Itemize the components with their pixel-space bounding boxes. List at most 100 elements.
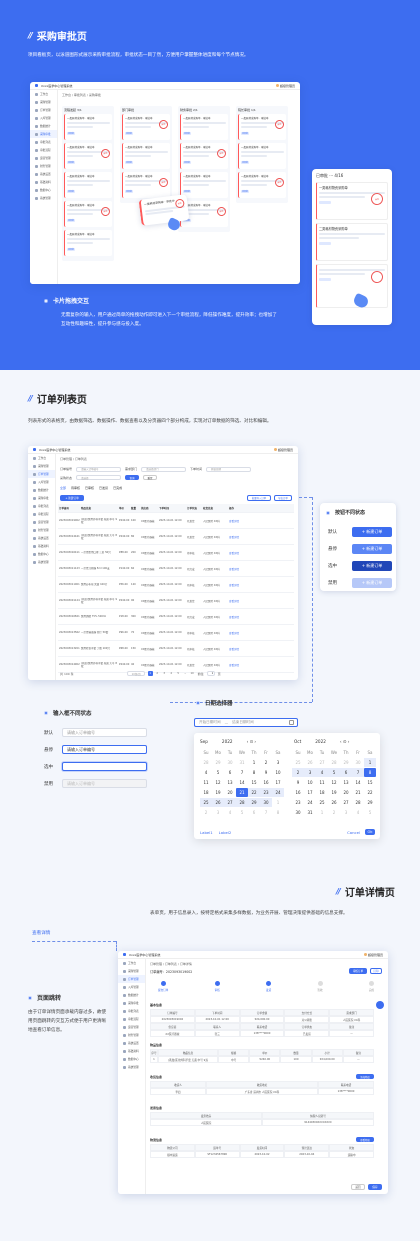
calendar-day[interactable]: 28 (200, 758, 212, 767)
kanban-card[interactable]: 一类耗材采购单 · 审批中 待审批 (122, 143, 170, 169)
table-cell[interactable]: 查看详情 (228, 615, 246, 619)
sidebar-item[interactable]: 审批列表 (118, 1007, 145, 1015)
calendar-day[interactable]: 1 (364, 758, 376, 767)
page-button[interactable]: 3 (162, 671, 167, 676)
calendar-day[interactable]: 28 (352, 798, 364, 807)
calendar-day[interactable]: 12 (328, 778, 340, 787)
cancel-button[interactable]: Cancel (347, 830, 360, 835)
right-nav-arrows[interactable]: ‹ ⊙ › (340, 739, 350, 744)
calendar-day[interactable]: 18 (200, 788, 212, 797)
tab-2[interactable]: 已审核 (85, 486, 94, 490)
calendar-day[interactable]: 3 (304, 768, 316, 777)
kanban-card[interactable]: 一类耗材采购单 · 审批中 待审批 (180, 114, 228, 140)
reset-button[interactable]: 重置 (143, 475, 158, 480)
calendar-day[interactable]: 6 (340, 768, 352, 777)
page-button[interactable]: 1 (147, 671, 153, 676)
sidebar-item[interactable]: 采购管理 (30, 98, 57, 106)
sidebar-item[interactable]: 系统管理 (28, 558, 55, 566)
calendar-day[interactable]: 26 (304, 758, 316, 767)
calendar-day[interactable]: 8 (364, 768, 376, 777)
sidebar-item[interactable]: 订单管理 (118, 975, 145, 983)
calendar-day[interactable]: 29 (340, 758, 352, 767)
sidebar-item[interactable]: 数据统计 (28, 486, 55, 494)
calendar-day[interactable]: 7 (352, 768, 364, 777)
sidebar-item[interactable]: 数据中心 (30, 186, 57, 194)
date-range-input[interactable]: 开始日期 (206, 466, 252, 472)
kanban-card[interactable]: 一类耗材采购单 · 审批中 待审批 审批 (64, 201, 112, 227)
kanban-card[interactable]: 一类耗材采购单 · 审批中 待审批 审批 (122, 172, 170, 198)
user-avatar[interactable]: 超级管理员 (274, 447, 293, 452)
calendar-day[interactable]: 13 (224, 778, 236, 787)
table-cell[interactable]: 查看详情 (228, 583, 246, 587)
order-input-default[interactable]: 请输入订单编号 (62, 728, 147, 737)
calendar-day[interactable]: 10 (272, 768, 284, 777)
table-cell[interactable]: 查看详情 (228, 551, 246, 555)
calendar-day[interactable]: 30 (224, 758, 236, 767)
calendar-day[interactable]: 5 (328, 768, 340, 777)
calendar-day[interactable]: 20 (340, 788, 352, 797)
sidebar-item[interactable]: 订单管理 (28, 470, 55, 478)
left-nav-arrows[interactable]: ‹ ⊙ › (247, 739, 257, 744)
label1-link[interactable]: Label1 (200, 830, 213, 835)
calendar-day[interactable]: 16 (260, 778, 272, 787)
page-button[interactable]: 4 (169, 671, 174, 676)
calendar-day[interactable]: 24 (272, 788, 284, 797)
calendar-day[interactable]: 4 (200, 768, 212, 777)
view-logistics-button[interactable]: 查看物流 (356, 1137, 374, 1142)
calendar-day[interactable]: 19 (328, 788, 340, 797)
sidebar-item[interactable]: 系统设置 (28, 534, 55, 542)
calendar-day[interactable]: 4 (352, 808, 364, 817)
kanban-card[interactable]: 一类耗材采购单 · 审批中 待审批 (64, 230, 112, 256)
tab-1[interactable]: 待审核 (71, 486, 80, 490)
calendar-day[interactable]: 15 (364, 778, 376, 787)
kanban-card[interactable]: 一类耗材采购单 · 审批中 待审批 审批 (180, 143, 228, 169)
sidebar-item[interactable]: 审批流程 (28, 510, 55, 518)
table-row[interactable]: 2023093011001 医用纱布块 灭菌 100片 ¥56.00 120 XX医疗器… (58, 577, 294, 593)
sidebar-item[interactable]: 运营管理 (118, 1023, 145, 1031)
table-cell[interactable]: 查看详情 (228, 535, 246, 539)
kanban-card[interactable]: 一类耗材采购单 · 审批中 待审批 审批 (122, 114, 170, 140)
popup-card[interactable]: 一类耗材物资采购单 审批 (316, 182, 388, 220)
add-goods-button[interactable]: 添加物品 (356, 1074, 374, 1079)
sidebar-item[interactable]: 财务管理 (118, 1031, 145, 1039)
search-button[interactable]: 查询 (125, 475, 140, 480)
calendar-day[interactable]: 15 (248, 778, 260, 787)
save-button[interactable]: 保存 (368, 1184, 382, 1190)
calendar-day[interactable]: 2 (328, 808, 340, 817)
tab-4[interactable]: 已完成 (113, 486, 122, 490)
calendar-day[interactable]: 12 (212, 778, 224, 787)
sidebar-item[interactable]: 基础资料 (118, 1047, 145, 1055)
calendar-day[interactable]: 11 (200, 778, 212, 787)
kanban-card[interactable]: 一类耗材采购单 · 审批中 待审批 (180, 172, 228, 198)
page-button[interactable]: 5 (176, 671, 181, 676)
sidebar-item[interactable]: 系统管理 (118, 1063, 145, 1071)
export-button[interactable]: 导出订单 (274, 495, 292, 501)
calendar-day[interactable]: 5 (364, 808, 376, 817)
calendar-day[interactable]: 8 (248, 768, 260, 777)
right-year-select[interactable]: 2022 (315, 739, 326, 744)
calendar-day[interactable]: 7 (260, 808, 272, 817)
order-no-input[interactable]: 请输入订单编号 (76, 466, 122, 472)
sidebar-item[interactable]: 数据统计 (118, 991, 145, 999)
sidebar-item[interactable]: 审批列表 (28, 502, 55, 510)
tab-3[interactable]: 已发货 (99, 486, 108, 490)
popup-card[interactable] (316, 264, 388, 308)
calendar-day[interactable]: 3 (272, 758, 284, 767)
popup-card[interactable]: 二类耗材物资采购单 (316, 223, 388, 261)
table-row[interactable]: 2023093014441 (乳胶)医用外科手套 无菌 大号 8双 ¥240.00 8… (58, 529, 294, 545)
sidebar-item[interactable]: 订单管理 (30, 106, 57, 114)
label2-link[interactable]: Label2 (219, 830, 232, 835)
calendar-day[interactable]: 18 (316, 788, 328, 797)
left-month-select[interactable]: Sep (200, 739, 208, 744)
user-avatar[interactable]: 超级管理员 (364, 952, 383, 957)
page-button[interactable]: 2 (155, 671, 160, 676)
calendar-day[interactable]: 29 (364, 798, 376, 807)
page-button[interactable]: 10 (190, 671, 195, 676)
calendar-day[interactable]: 7 (236, 768, 248, 777)
order-input-focus[interactable] (62, 762, 147, 771)
table-cell[interactable]: 查看详情 (228, 599, 246, 603)
sidebar-item[interactable]: 采购管理 (118, 967, 145, 975)
table-row[interactable]: 2023093013562 一次性输液器 带针 50套 ¥96.00 70 XX医疗器械… (58, 625, 294, 641)
sidebar-item[interactable]: 审批列表 (30, 138, 57, 146)
calendar-day[interactable]: 29 (212, 758, 224, 767)
